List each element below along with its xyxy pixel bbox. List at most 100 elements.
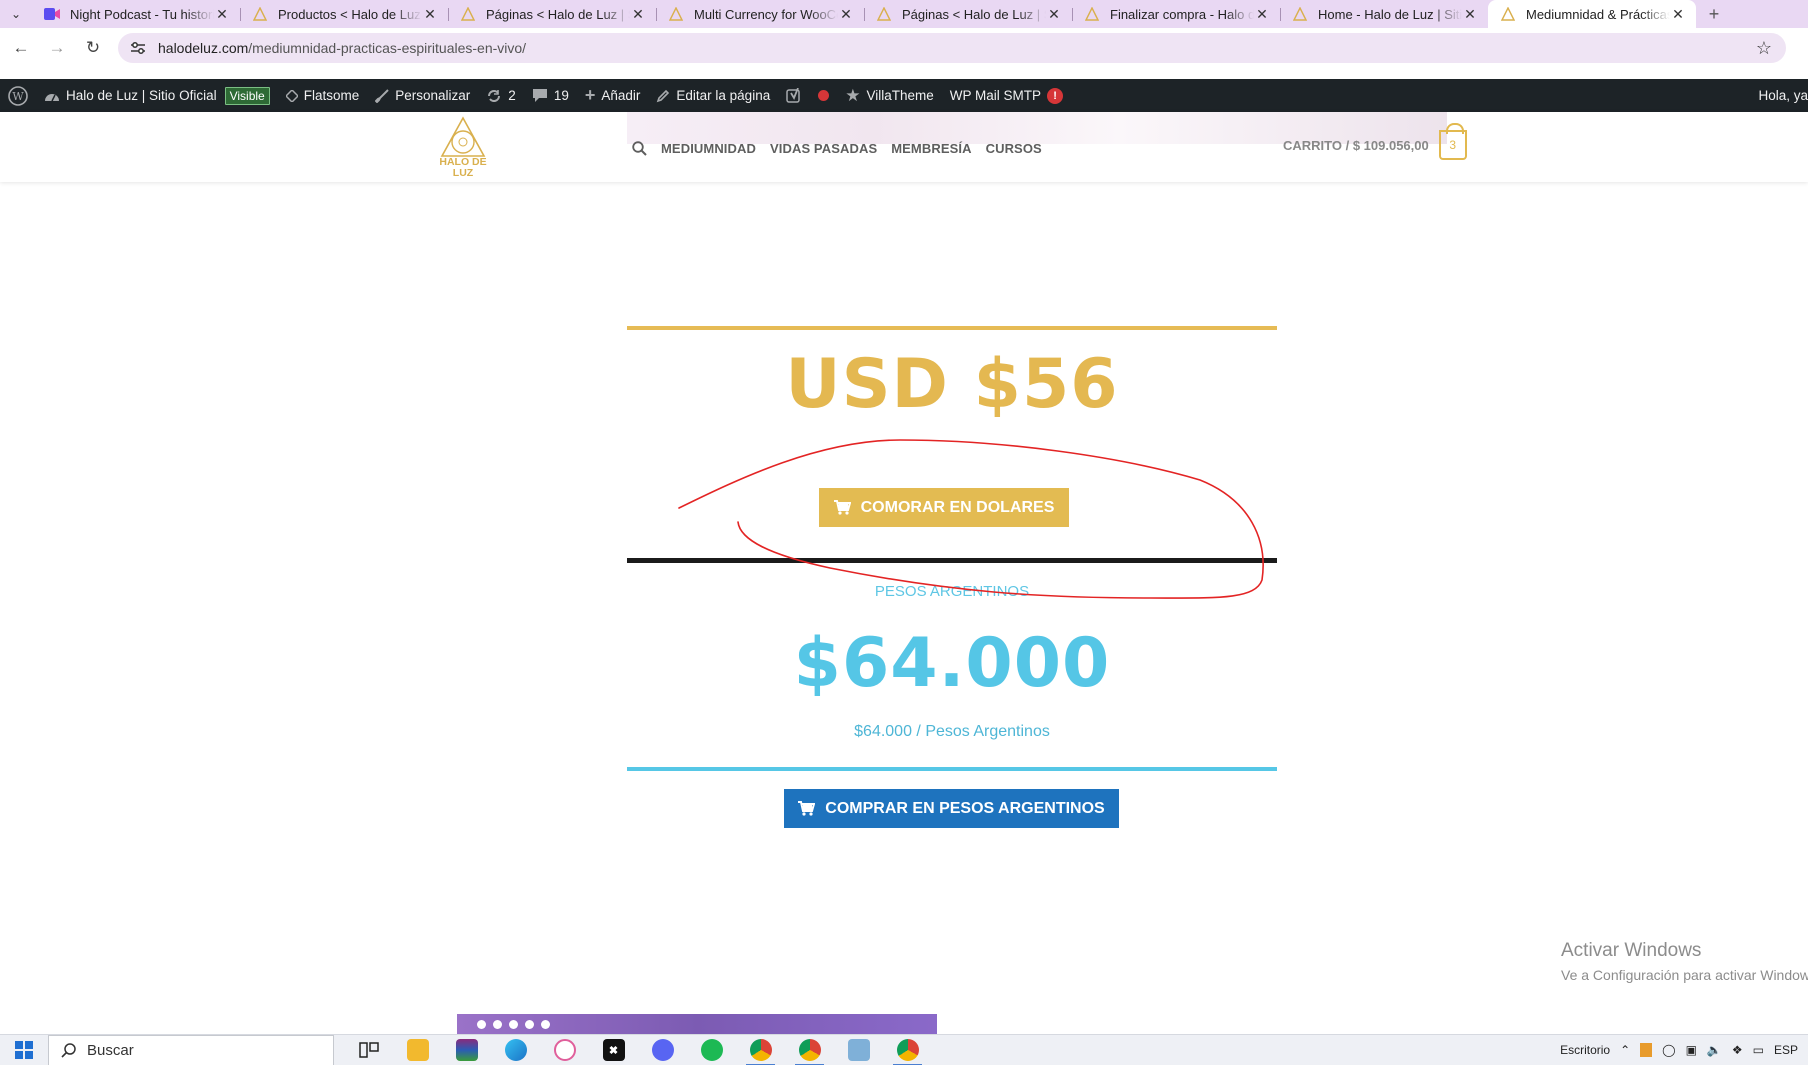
villatheme-label: VillaTheme — [866, 88, 934, 103]
search-icon[interactable] — [632, 140, 647, 156]
edge-icon[interactable] — [491, 1035, 540, 1065]
tray-app-icon[interactable] — [1640, 1043, 1653, 1057]
tab-title: Productos < Halo de Luz | Sitio — [278, 6, 422, 22]
cyan-divider — [627, 767, 1277, 771]
browser-tab[interactable]: Home - Halo de Luz | Sitio ✕ — [1280, 0, 1488, 28]
tab-title: Night Podcast - Tu historia — [70, 6, 214, 22]
chevron-up-icon[interactable]: ⌃ — [1620, 1043, 1630, 1057]
spotify-icon[interactable] — [687, 1035, 736, 1065]
pencil-icon — [656, 89, 670, 103]
snipping-tool-icon[interactable] — [540, 1035, 589, 1065]
back-arrow-icon[interactable]: ← — [6, 33, 36, 63]
tab-title: Mediumnidad & Prácticas — [1526, 6, 1670, 22]
nav-link-membresia[interactable]: MEMBRESÍA — [891, 141, 971, 156]
close-tab-icon[interactable]: ✕ — [422, 6, 438, 23]
close-tab-icon[interactable]: ✕ — [1462, 6, 1478, 23]
browser-tab[interactable]: Productos < Halo de Luz | Sitio ✕ — [240, 0, 448, 28]
close-tab-icon[interactable]: ✕ — [630, 6, 646, 23]
nav-link-cursos[interactable]: CURSOS — [986, 141, 1042, 156]
wordpress-logo-icon[interactable]: W — [0, 79, 36, 112]
winrar-icon[interactable] — [442, 1035, 491, 1065]
admin-yoast[interactable] — [778, 79, 837, 112]
search-icon — [61, 1042, 77, 1058]
discord-icon[interactable] — [638, 1035, 687, 1065]
svg-text:W: W — [12, 90, 24, 103]
admin-add-new[interactable]: + Añadir — [577, 79, 649, 112]
monitor-icon[interactable]: ▣ — [1686, 1043, 1697, 1057]
close-tab-icon[interactable]: ✕ — [1670, 6, 1686, 23]
admin-customize[interactable]: Personalizar — [367, 79, 478, 112]
buy-usd-button[interactable]: COMORAR EN DOLARES — [819, 488, 1069, 527]
gold-divider — [627, 326, 1277, 330]
bookmark-star-icon[interactable]: ☆ — [1756, 38, 1772, 59]
watermark-title: Activar Windows — [1561, 940, 1702, 961]
admin-updates[interactable]: 2 — [478, 79, 524, 112]
yoast-icon — [786, 87, 802, 104]
site-settings-icon[interactable] — [128, 38, 148, 58]
brush-icon — [375, 88, 389, 103]
browser-tab[interactable]: Night Podcast - Tu historia ✕ — [32, 0, 240, 28]
slider-dot[interactable] — [493, 1020, 502, 1029]
notepad-app-icon[interactable] — [834, 1035, 883, 1065]
task-view-icon[interactable] — [344, 1035, 393, 1065]
browser-tab[interactable]: Páginas < Halo de Luz | Sitio ✕ — [448, 0, 656, 28]
nav-link-mediumnidad[interactable]: MEDIUMNIDAD — [661, 141, 756, 156]
dropbox-icon[interactable]: ❖ — [1732, 1043, 1743, 1057]
display-icon[interactable]: ▭ — [1753, 1043, 1764, 1057]
customize-label: Personalizar — [395, 88, 471, 103]
ars-price: $64.000 — [793, 624, 1111, 703]
slider-dot[interactable] — [541, 1020, 550, 1029]
capcut-icon[interactable]: ✖ — [589, 1035, 638, 1065]
admin-wp-mail-smtp[interactable]: WP Mail SMTP ! — [942, 79, 1071, 112]
halo-logo-icon — [440, 116, 486, 157]
close-tab-icon[interactable]: ✕ — [1254, 6, 1270, 23]
comments-count: 19 — [553, 88, 569, 103]
file-explorer-icon[interactable] — [393, 1035, 442, 1065]
nav-link-vidas-pasadas[interactable]: VIDAS PASADAS — [770, 141, 877, 156]
slider-dot[interactable] — [477, 1020, 486, 1029]
slider-dot[interactable] — [525, 1020, 534, 1029]
language-indicator[interactable]: ESP — [1774, 1043, 1798, 1057]
halo-icon — [1292, 6, 1308, 22]
reload-icon[interactable]: ↻ — [78, 33, 108, 63]
volume-icon[interactable]: 🔈 — [1707, 1043, 1722, 1057]
windows-start-icon[interactable] — [0, 1035, 48, 1065]
close-tab-icon[interactable]: ✕ — [214, 6, 230, 23]
chrome-icon[interactable] — [736, 1035, 785, 1065]
close-tab-icon[interactable]: ✕ — [838, 6, 854, 23]
browser-tab-active[interactable]: Mediumnidad & Prácticas ✕ — [1488, 0, 1696, 28]
cart-link[interactable]: CARRITO / $ 109.056,00 3 — [1283, 123, 1467, 160]
admin-site-name[interactable]: Halo de Luz | Sitio Oficial Visible — [36, 79, 278, 112]
site-logo[interactable]: HALO DE LUZ — [434, 116, 492, 180]
slider-dot[interactable] — [509, 1020, 518, 1029]
seo-status-dot-icon — [818, 90, 830, 101]
cart-count: 3 — [1449, 138, 1457, 152]
forward-arrow-icon[interactable]: → — [42, 33, 72, 63]
admin-villatheme[interactable]: ★ VillaTheme — [837, 79, 942, 112]
browser-tab[interactable]: Páginas < Halo de Luz | Sitio ✕ — [864, 0, 1072, 28]
address-bar[interactable]: halodeluz.com/mediumnidad-practicas-espi… — [118, 33, 1786, 63]
buy-ars-button[interactable]: COMPRAR EN PESOS ARGENTINOS — [784, 789, 1119, 828]
close-tab-icon[interactable]: ✕ — [1046, 6, 1062, 23]
edit-page-label: Editar la página — [676, 88, 771, 103]
tab-search-chevron-icon[interactable]: ⌄ — [0, 0, 32, 28]
new-tab-plus-icon[interactable]: + — [1696, 4, 1732, 25]
updates-icon — [486, 88, 502, 104]
admin-account[interactable]: Hola, ya — [1750, 79, 1808, 112]
admin-edit-page[interactable]: Editar la página — [648, 79, 778, 112]
ars-section-label: PESOS ARGENTINOS — [874, 583, 1030, 600]
halo-icon — [876, 6, 892, 22]
desktop-toolbar-label[interactable]: Escritorio — [1560, 1043, 1610, 1057]
chrome-icon[interactable] — [785, 1035, 834, 1065]
video-icon — [44, 6, 60, 22]
promo-banner — [457, 1014, 937, 1034]
admin-flatsome[interactable]: Flatsome — [278, 79, 368, 112]
taskbar-search-input[interactable]: Buscar — [48, 1034, 334, 1065]
chrome-icon[interactable] — [883, 1035, 932, 1065]
network-icon[interactable]: ◯ — [1662, 1043, 1675, 1057]
browser-tab[interactable]: Finalizar compra - Halo de Luz ✕ — [1072, 0, 1280, 28]
browser-tab[interactable]: Multi Currency for WooCommerce ✕ — [656, 0, 864, 28]
admin-comments[interactable]: 19 — [524, 79, 577, 112]
windows-taskbar: Buscar ✖ Escritorio ⌃ ◯ ▣ 🔈 ❖ ▭ ESP — [0, 1034, 1808, 1065]
halo-icon — [1084, 6, 1100, 22]
